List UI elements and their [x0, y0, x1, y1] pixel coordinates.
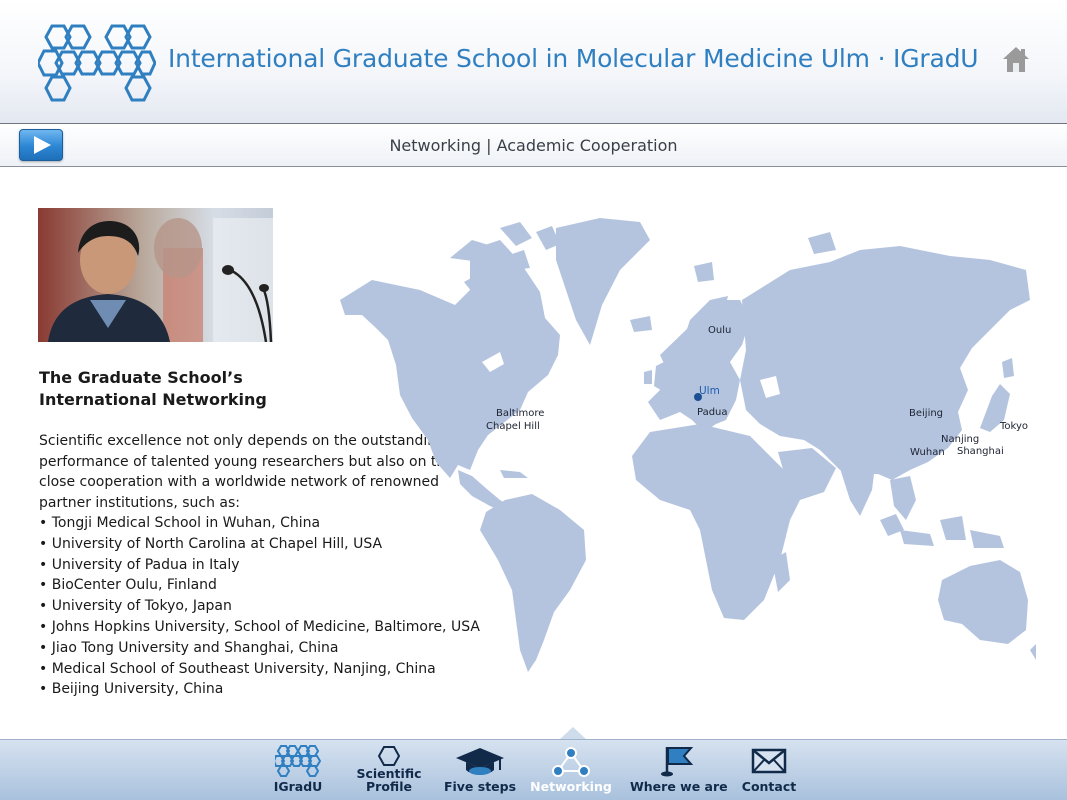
graduation-cap-icon: [456, 748, 504, 775]
heading-line: The Graduate School’s: [39, 368, 243, 387]
hexagon-logo-icon: [275, 745, 321, 777]
nav-label: Profile: [366, 779, 412, 794]
nav-label: Where we are: [630, 779, 728, 794]
breadcrumb: Networking | Academic Cooperation: [389, 136, 678, 155]
nav-contact[interactable]: Contact: [738, 740, 800, 800]
flag-icon: [661, 747, 694, 777]
nav-scientific-profile[interactable]: Scientific Profile: [354, 740, 424, 800]
australia: [938, 560, 1028, 644]
city-label-nanjing: Nanjing: [941, 434, 980, 445]
hexagon-icon: [378, 746, 400, 766]
list-item: Beijing University, China: [39, 679, 479, 700]
city-label-wuhan: Wuhan: [910, 447, 945, 458]
speaker-photo: [38, 208, 273, 342]
city-label-padua: Padua: [697, 407, 728, 418]
north-america: [340, 240, 560, 478]
nav-where-we-are[interactable]: Where we are: [630, 740, 728, 800]
city-label-chapel-hill: Chapel Hill: [486, 421, 540, 432]
city-label-oulu: Oulu: [708, 325, 732, 336]
city-label-shanghai: Shanghai: [957, 446, 1004, 457]
network-icon: [552, 747, 590, 777]
sub-navigation-bar: Networking | Academic Cooperation: [0, 124, 1067, 167]
nav-label: Networking: [530, 779, 612, 794]
hexagon-logo-icon[interactable]: [38, 24, 156, 102]
south-america: [480, 494, 586, 672]
nav-igradu[interactable]: IGradU: [266, 740, 330, 800]
nav-label: Five steps: [443, 779, 517, 794]
world-map: [340, 218, 1036, 672]
nav-label: IGradU: [273, 779, 323, 794]
home-icon[interactable]: [1001, 44, 1031, 74]
section-heading: The Graduate School’s International Netw…: [39, 367, 359, 411]
asia: [740, 246, 1030, 480]
app-header: International Graduate School in Molecul…: [0, 0, 1067, 124]
city-label-baltimore: Baltimore: [496, 408, 545, 419]
heading-line: International Networking: [39, 390, 267, 409]
envelope-icon: [751, 748, 787, 774]
city-label-ulm: Ulm: [699, 385, 720, 397]
city-label-beijing: Beijing: [909, 408, 944, 419]
india: [838, 458, 876, 516]
site-title: International Graduate School in Molecul…: [168, 44, 979, 73]
nav-label: Contact: [741, 779, 797, 794]
city-label-tokyo: Tokyo: [1000, 421, 1028, 432]
bottom-navigation: IGradU Scientific Profile Five steps Net…: [0, 739, 1067, 800]
nav-networking[interactable]: Networking: [530, 740, 612, 800]
nav-five-steps[interactable]: Five steps: [442, 740, 518, 800]
